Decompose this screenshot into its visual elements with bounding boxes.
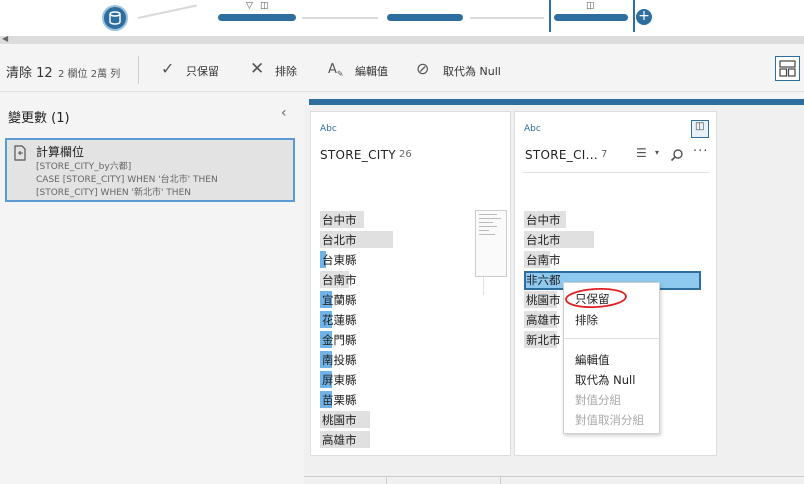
value-label: 南投縣 [322,353,357,367]
field-name: STORE_CI... [525,148,598,162]
input-step-node[interactable] [102,5,128,31]
value-row[interactable]: 台北市 [320,231,452,248]
database-icon [109,11,121,25]
flow-connector [302,17,378,19]
value-label: 台南市 [322,273,357,287]
value-label: 宜蘭縣 [322,293,357,307]
menu-item-replace-null[interactable]: 取代為 Null [575,372,635,388]
chevron-left-icon[interactable]: ‹ [281,105,287,121]
value-row[interactable]: 台南市 [524,251,634,268]
edit-text-icon[interactable]: A✎ [328,62,344,83]
value-row[interactable]: 台南市 [320,271,452,288]
annotation-circle [565,287,627,309]
flow-connector [137,4,197,19]
plus-icon: + [638,8,650,24]
value-row[interactable]: 台東縣 [320,251,452,268]
value-list: 台中市台北市台東縣台南市宜蘭縣花蓮縣金門縣南投縣屏東縣苗栗縣桃園市高雄市 [320,211,460,451]
field-distinct-count: 26 [399,149,412,160]
changes-header: 變更數 (1) [8,111,70,126]
value-row[interactable]: 宜蘭縣 [320,291,452,308]
search-icon[interactable] [670,148,684,162]
scroll-left-icon[interactable]: ◀ [2,34,8,43]
exclude-button[interactable]: 排除 [275,63,297,79]
calc-field-icon [14,145,26,161]
field-name: STORE_CITY [320,148,396,162]
value-label: 台北市 [322,233,357,247]
value-label: 屏東縣 [322,373,357,387]
flow-step-clean-selected[interactable] [554,14,628,21]
keep-only-button[interactable]: 只保留 [186,63,219,79]
change-line: CASE [STORE_CITY] WHEN '台北市' THEN [36,175,218,185]
field-type-label: Abc [320,124,337,134]
value-label: 新北市 [526,333,561,347]
value-label: 台中市 [322,213,357,227]
flow-pane: ▽ ◫ ◫ + [0,0,804,36]
card-header-divider [523,172,709,173]
value-label: 台南市 [526,253,561,267]
value-row[interactable]: 花蓮縣 [320,311,452,328]
value-label: 桃園市 [526,293,561,307]
value-row[interactable]: 苗栗縣 [320,391,452,408]
value-label: 花蓮縣 [322,313,357,327]
toolbar: 清除 12 2 欄位 2萬 列 ✓ 只保留 ✕ 排除 A✎ 編輯值 ⊘ 取代為 … [0,50,804,92]
edit-value-button[interactable]: 編輯值 [355,63,388,79]
change-title: 計算欄位 [36,145,85,159]
sort-icon[interactable]: ☰ [636,146,647,160]
field-type-label: Abc [524,124,541,134]
chevron-down-icon[interactable]: ▾ [655,148,659,157]
value-label: 金門縣 [322,333,357,347]
value-label: 高雄市 [322,433,357,447]
null-icon[interactable]: ⊘ [416,61,429,77]
field-distinct-count: 7 [601,149,608,160]
scroll-overview-track [483,275,484,295]
calc-icon: ◫ [586,1,595,11]
scroll-overview-minimap[interactable] [475,210,507,277]
toolbar-divider [138,56,139,84]
menu-divider [564,338,659,339]
value-row[interactable]: 南投縣 [320,351,452,368]
menu-item-ungroup-values: 對值取消分組 [575,413,644,427]
flow-step-filter[interactable] [218,14,296,21]
field-card-store-city[interactable]: Abc STORE_CITY 26 台中市台北市台東縣台南市宜蘭縣花蓮縣金門縣南… [310,111,511,456]
value-row[interactable]: 高雄市 [320,431,452,448]
bottom-tab-separator [386,477,387,484]
value-row[interactable]: 桃園市 [320,411,452,428]
horizontal-scrollbar[interactable]: ◀ [0,34,804,44]
value-label: 桃園市 [322,413,357,427]
bottom-tab-separator [500,477,501,484]
replace-null-button[interactable]: 取代為 Null [443,63,501,79]
flow-connector [470,17,544,19]
change-line: [STORE_CITY_by六都] [36,162,132,172]
value-row[interactable]: 金門縣 [320,331,452,348]
step-stats: 2 欄位 2萬 列 [58,69,121,80]
bottom-divider [304,476,804,477]
value-label: 台北市 [526,233,561,247]
add-step-button[interactable]: + [636,9,652,25]
clean-step-title: 清除 12 [6,66,53,81]
filter-icon: ▽ [246,1,253,11]
value-label: 苗栗縣 [322,393,357,407]
calc-field-icon: ◫ [695,121,705,132]
menu-item-edit-value[interactable]: 編輯值 [575,352,610,368]
calc-field-badge[interactable]: ◫ [691,120,709,138]
value-label: 台東縣 [322,253,357,267]
menu-item-exclude[interactable]: 排除 [575,312,598,328]
value-row[interactable]: 台中市 [524,211,634,228]
x-icon[interactable]: ✕ [250,61,264,78]
value-row[interactable]: 台北市 [524,231,634,248]
value-label: 台中市 [526,213,561,227]
value-label: 高雄市 [526,313,561,327]
change-item-calculated-field[interactable]: 計算欄位 [STORE_CITY_by六都] CASE [STORE_CITY]… [5,138,295,202]
calc-icon: ◫ [260,1,269,11]
checkmark-icon[interactable]: ✓ [161,61,174,77]
change-line: [STORE_CITY] WHEN '新北市' THEN [36,188,191,198]
layout-icon [779,60,796,77]
more-options-icon[interactable]: ··· [693,144,708,159]
flow-step-clean[interactable] [387,14,463,21]
value-label: 非六都 [526,273,561,287]
layout-toggle-button[interactable] [775,56,800,81]
value-row[interactable]: 台中市 [320,211,452,228]
value-row[interactable]: 屏東縣 [320,371,452,388]
menu-item-group-values: 對值分組 [575,393,621,407]
